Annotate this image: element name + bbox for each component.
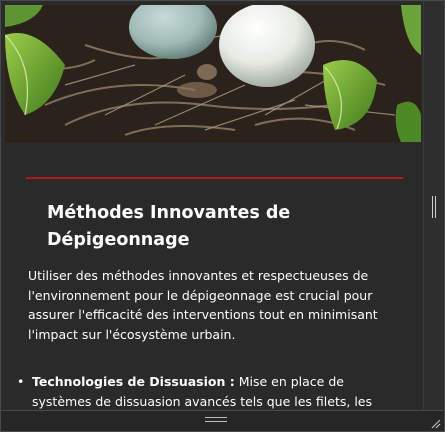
bullet-icon: • xyxy=(17,374,25,389)
list-item: • Technologies de Dissuasion : Mise en p… xyxy=(15,372,395,412)
list-item-term: Technologies de Dissuasion : xyxy=(32,374,235,389)
scroll-thumb-icon[interactable] xyxy=(432,196,436,218)
vertical-scrollbar[interactable] xyxy=(423,1,443,412)
accent-divider xyxy=(26,177,403,179)
hero-image xyxy=(5,5,421,142)
content-panel: Méthodes Innovantes de Dépigeonnage Util… xyxy=(0,0,445,432)
nest-illustration xyxy=(5,5,421,142)
article-section: Méthodes Innovantes de Dépigeonnage Util… xyxy=(5,142,425,412)
feature-list: • Technologies de Dissuasion : Mise en p… xyxy=(15,372,395,412)
article-title: Méthodes Innovantes de Dépigeonnage xyxy=(47,203,291,250)
article-intro: Utiliser des méthodes innovantes et resp… xyxy=(28,268,378,342)
resize-grip-icon[interactable] xyxy=(429,417,441,429)
drag-handle-icon[interactable] xyxy=(205,417,227,422)
bottom-resize-bar[interactable] xyxy=(1,410,444,431)
